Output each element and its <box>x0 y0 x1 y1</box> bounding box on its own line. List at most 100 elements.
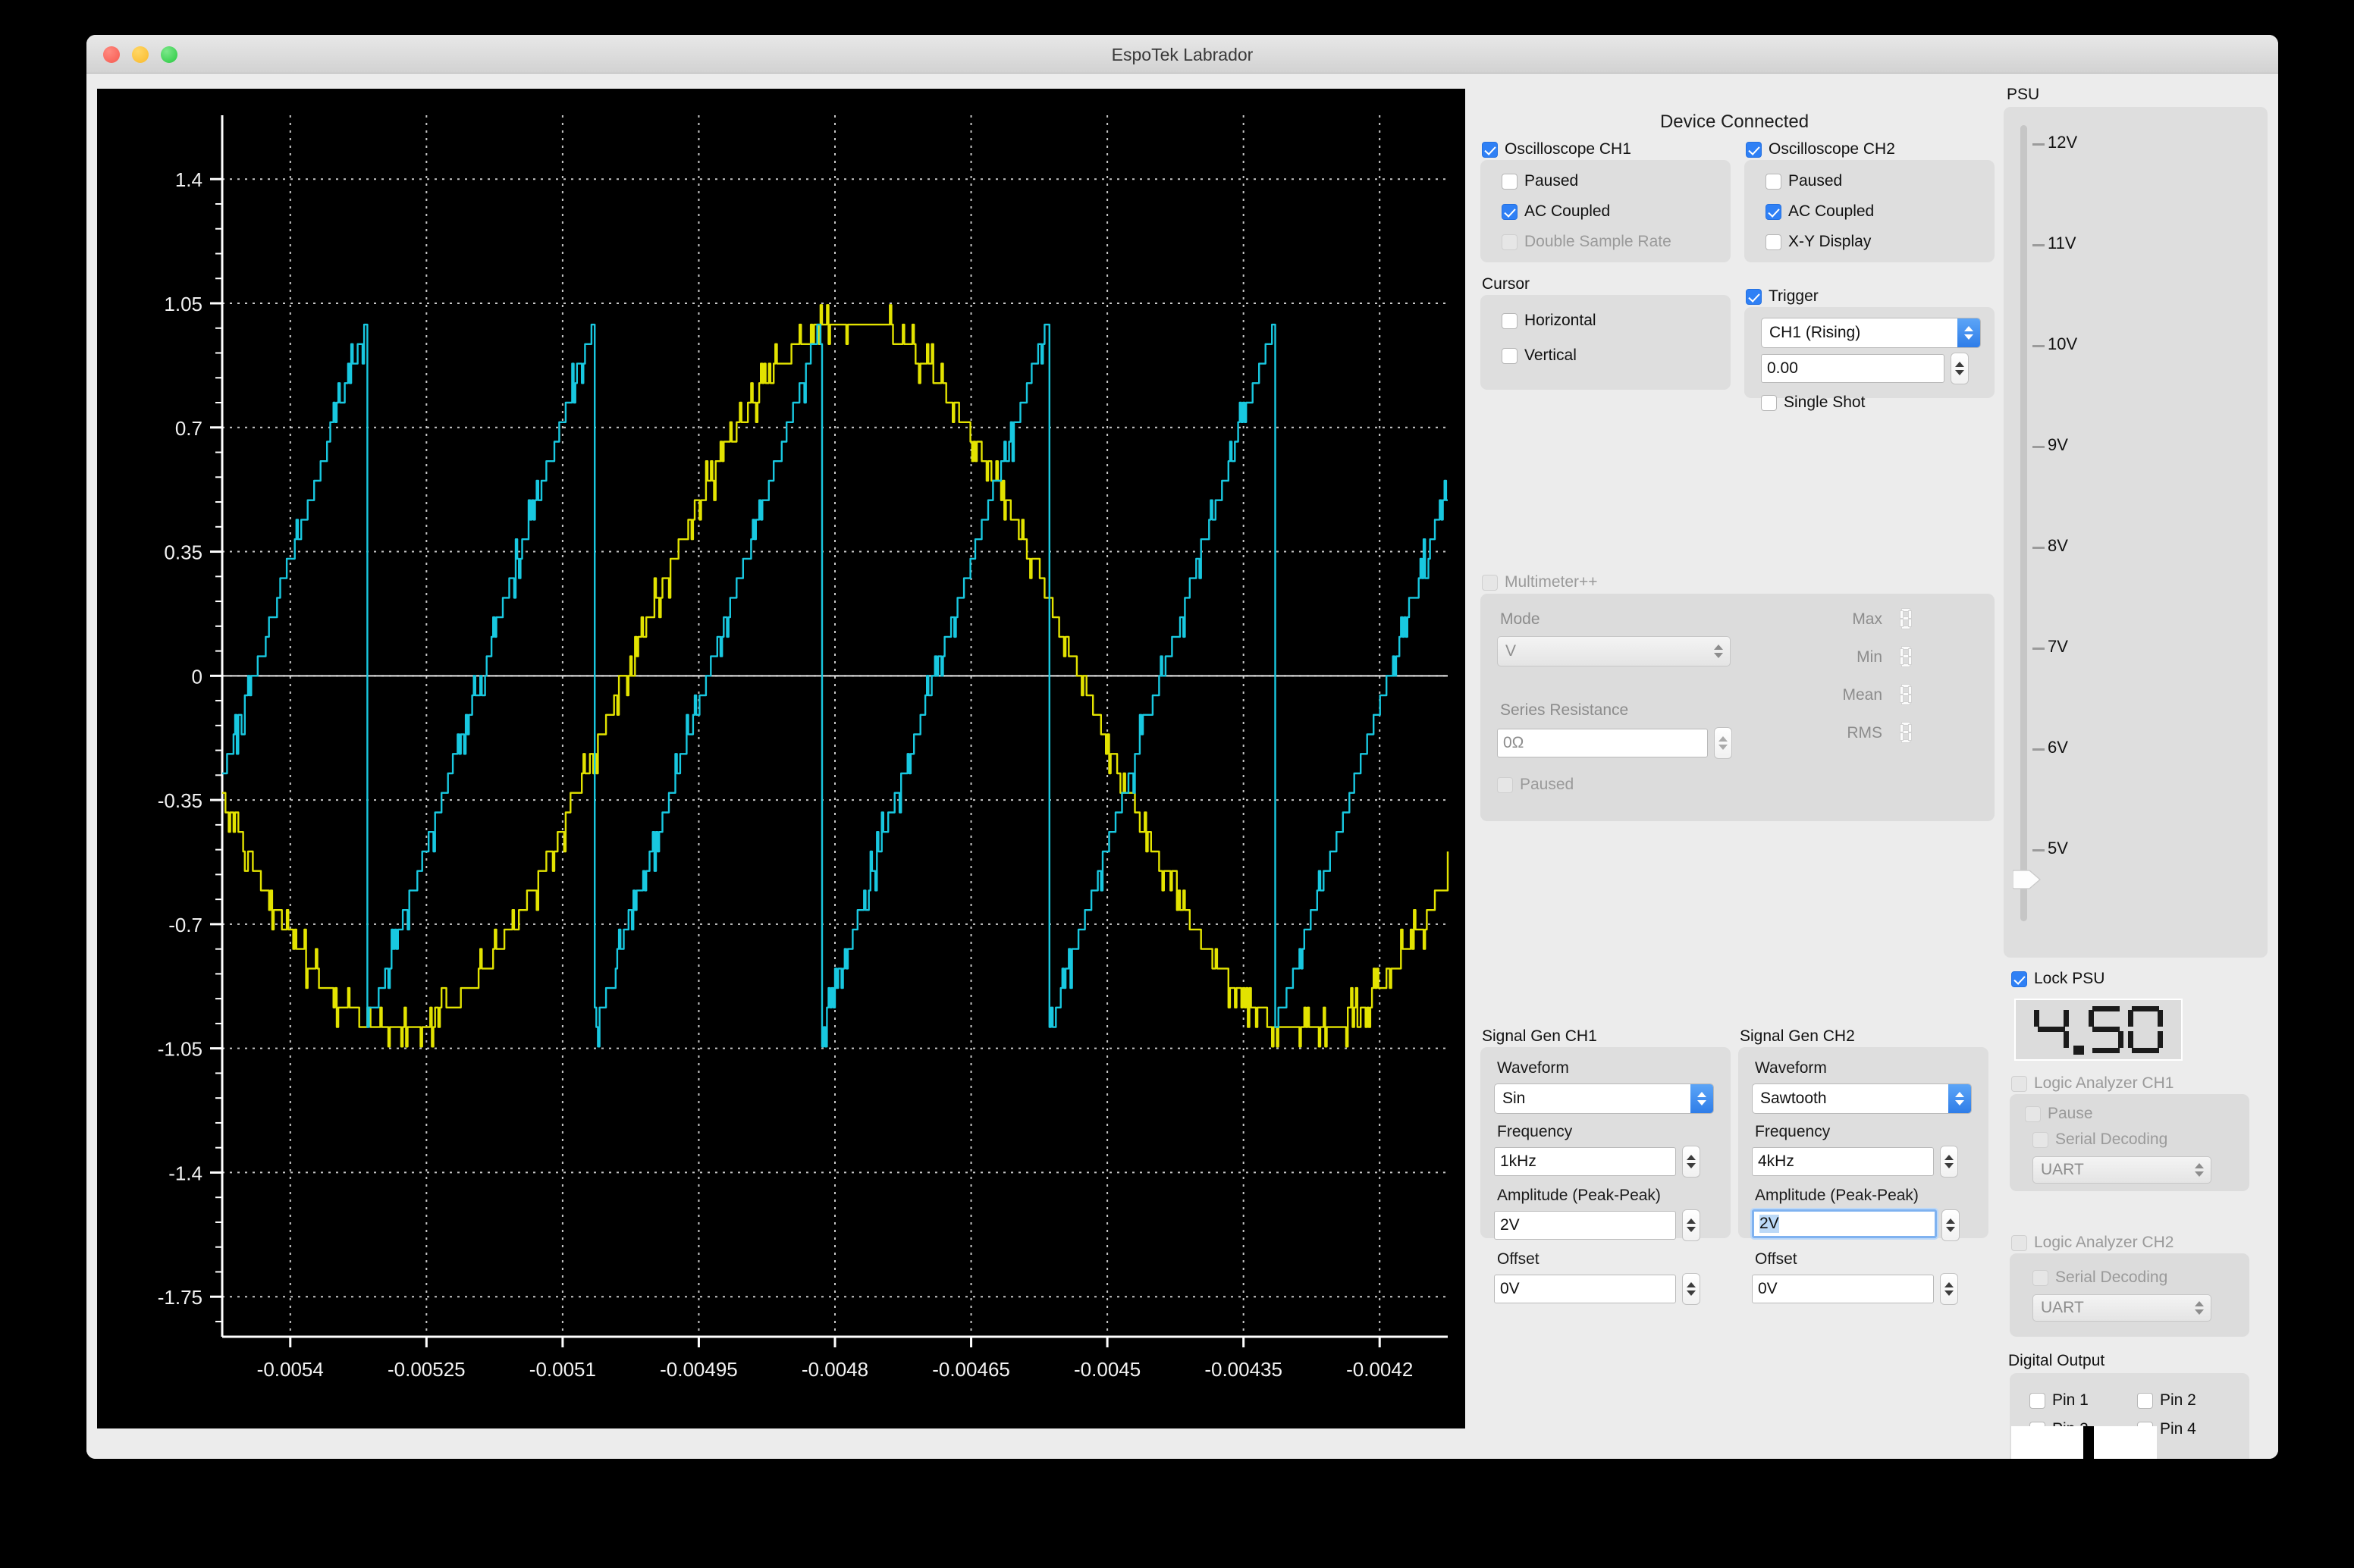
checkbox-osc-ch2[interactable] <box>1746 141 1762 158</box>
psu-tick-label: 5V <box>2048 839 2068 858</box>
siggen-ch1-frequency-input[interactable]: 1kHz <box>1494 1147 1676 1176</box>
multimeter-mode-value: V <box>1505 642 1517 660</box>
siggen-ch1-title: Signal Gen CH1 <box>1482 1027 1597 1045</box>
chevron-updown-icon <box>1948 1084 1971 1113</box>
osc-ch2-paused-label: Paused <box>1788 172 1843 190</box>
digital-pin2-row[interactable]: Pin 2 <box>2137 1391 2196 1410</box>
svg-text:-0.7: -0.7 <box>168 914 202 936</box>
svg-text:-0.0045: -0.0045 <box>1074 1358 1141 1381</box>
svg-text:-0.00525: -0.00525 <box>388 1358 466 1381</box>
osc-ch2-xy-row[interactable]: X-Y Display <box>1766 233 1871 251</box>
multimeter-readout-label: RMS <box>1847 724 1882 742</box>
osc-ch2-enable[interactable]: Oscilloscope CH2 <box>1746 140 1895 158</box>
siggen-ch1-offset-stepper[interactable] <box>1682 1273 1700 1305</box>
svg-text:0.7: 0.7 <box>175 417 202 440</box>
checkbox-single-shot[interactable] <box>1761 394 1777 411</box>
checkbox-logic-analyzer-ch1[interactable] <box>2011 1075 2027 1092</box>
siggen-ch1-amplitude-input[interactable]: 2V <box>1494 1211 1676 1240</box>
logic-ch2-serial-label: Serial Decoding <box>2055 1269 2168 1286</box>
osc-ch2-accoupled-label: AC Coupled <box>1788 202 1875 220</box>
digital-pin1-row[interactable]: Pin 1 <box>2029 1391 2089 1410</box>
svg-text:-0.0042: -0.0042 <box>1346 1358 1413 1381</box>
checkbox-logic-analyzer-ch2[interactable] <box>2011 1234 2027 1251</box>
psu-tick-label: 10V <box>2048 334 2078 353</box>
checkbox-pin-1[interactable] <box>2029 1392 2045 1409</box>
checkbox-multimeter-paused <box>1497 776 1513 793</box>
checkbox-trigger[interactable] <box>1746 288 1762 305</box>
logic-ch1-pause-label: Pause <box>2048 1105 2093 1122</box>
multimeter-readout-value <box>1900 609 1911 629</box>
siggen-ch1-waveform-select[interactable]: Sin <box>1494 1083 1714 1114</box>
multimeter-series-resistance-input: 0Ω <box>1497 729 1708 757</box>
siggen-ch1-amplitude-stepper[interactable] <box>1682 1209 1700 1241</box>
multimeter-readout-label: Min <box>1857 648 1882 666</box>
siggen-ch2-waveform-select[interactable]: Sawtooth <box>1752 1083 1972 1114</box>
checkbox-multimeter[interactable] <box>1482 574 1498 591</box>
osc-ch1-double-sample-label: Double Sample Rate <box>1524 233 1671 250</box>
checkbox-osc-ch1-ac-coupled[interactable] <box>1502 203 1518 220</box>
siggen-ch2-offset-input[interactable]: 0V <box>1752 1275 1934 1303</box>
checkbox-osc-ch2-ac-coupled[interactable] <box>1766 203 1781 220</box>
checkbox-cursor-vertical[interactable] <box>1502 347 1518 364</box>
siggen-ch2-amplitude-stepper[interactable] <box>1941 1209 1960 1241</box>
psu-tick <box>2032 648 2045 650</box>
checkbox-osc-ch1[interactable] <box>1482 141 1498 158</box>
checkbox-osc-ch2-paused[interactable] <box>1766 173 1781 190</box>
cursor-horizontal-row[interactable]: Horizontal <box>1502 312 1596 330</box>
psu-title: PSU <box>2007 86 2040 103</box>
siggen-ch2-frequency-input[interactable]: 4kHz <box>1752 1147 1934 1176</box>
multimeter-group: Mode V Series Resistance 0Ω Paused Max Mi… <box>1480 594 1995 821</box>
oscilloscope-plot[interactable]: 1.4 1.05 0.7 0.35 0 -0.35 -0.7 -1.05 -1.4 -1.75 -… <box>97 89 1465 1428</box>
right-panel: PSU 12V 11V 10V 9V 8V 7V 6V 5V Lock PSU Logic A… <box>2004 84 2268 1459</box>
psu-lock-row[interactable]: Lock PSU <box>2011 970 2104 988</box>
siggen-ch1-waveform-value: Sin <box>1502 1090 1526 1107</box>
checkbox-cursor-horizontal[interactable] <box>1502 312 1518 329</box>
lcd-digit <box>2034 1006 2069 1053</box>
osc-ch1-paused-row[interactable]: Paused <box>1502 172 1578 190</box>
trigger-level-input[interactable]: 0.00 <box>1761 354 1944 383</box>
osc-ch1-accoupled-row[interactable]: AC Coupled <box>1502 202 1610 221</box>
siggen-ch2-frequency-stepper[interactable] <box>1940 1146 1958 1178</box>
siggen-ch2-amplitude-label: Amplitude (Peak-Peak) <box>1755 1187 1919 1204</box>
checkbox-pin-2[interactable] <box>2137 1392 2153 1409</box>
checkbox-osc-ch1-double-sample-rate <box>1502 234 1518 250</box>
psu-slider-handle[interactable] <box>2012 868 2042 891</box>
siggen-ch2-offset-stepper[interactable] <box>1940 1273 1958 1305</box>
serial-output-console[interactable] <box>2011 1426 2157 1459</box>
checkbox-lock-psu[interactable] <box>2011 971 2027 987</box>
siggen-ch1-frequency-stepper[interactable] <box>1682 1146 1700 1178</box>
logic-ch2-serial-row: Serial Decoding <box>2032 1269 2167 1287</box>
logic-ch2-protocol-value: UART <box>2041 1299 2084 1316</box>
trigger-single-shot-row[interactable]: Single Shot <box>1761 394 1865 412</box>
osc-ch1-enable[interactable]: Oscilloscope CH1 <box>1482 140 1631 158</box>
checkbox-logic-ch2-serial-decoding <box>2032 1269 2048 1286</box>
multimeter-enable[interactable]: Multimeter++ <box>1482 573 1598 591</box>
logic-ch2-enable[interactable]: Logic Analyzer CH2 <box>2011 1234 2174 1252</box>
siggen-ch2-waveform-label: Waveform <box>1755 1059 1827 1077</box>
cursor-vertical-row[interactable]: Vertical <box>1502 347 1577 365</box>
trigger-label: Trigger <box>1769 287 1819 305</box>
siggen-ch1-amplitude-label: Amplitude (Peak-Peak) <box>1497 1187 1661 1204</box>
cursor-group-title: Cursor <box>1482 275 1530 293</box>
siggen-ch2-amplitude-input[interactable]: 2V <box>1752 1209 1937 1238</box>
checkbox-osc-ch1-paused[interactable] <box>1502 173 1518 190</box>
trigger-source-select[interactable]: CH1 (Rising) <box>1761 318 1981 348</box>
trigger-enable[interactable]: Trigger <box>1746 287 1819 306</box>
svg-text:-0.00435: -0.00435 <box>1204 1358 1282 1381</box>
psu-tick <box>2032 547 2045 549</box>
trigger-level-stepper[interactable] <box>1951 353 1969 384</box>
logic-ch1-enable[interactable]: Logic Analyzer CH1 <box>2011 1074 2174 1093</box>
svg-text:0.35: 0.35 <box>164 541 202 564</box>
multimeter-readout-label: Mean <box>1842 686 1882 704</box>
osc-ch2-paused-row[interactable]: Paused <box>1766 172 1842 190</box>
svg-text:-0.0048: -0.0048 <box>802 1358 868 1381</box>
siggen-ch2-offset-label: Offset <box>1755 1250 1797 1268</box>
osc-ch1-paused-label: Paused <box>1524 172 1579 190</box>
logic-ch1-label: Logic Analyzer CH1 <box>2034 1074 2174 1092</box>
svg-text:-1.05: -1.05 <box>158 1038 202 1061</box>
siggen-ch1-offset-input[interactable]: 0V <box>1494 1275 1676 1303</box>
osc-ch2-accoupled-row[interactable]: AC Coupled <box>1766 202 1874 221</box>
siggen-ch2-frequency-label: Frequency <box>1755 1123 1831 1140</box>
psu-voltage-slider[interactable] <box>2020 125 2027 921</box>
checkbox-osc-ch2-xy-display[interactable] <box>1766 234 1781 250</box>
